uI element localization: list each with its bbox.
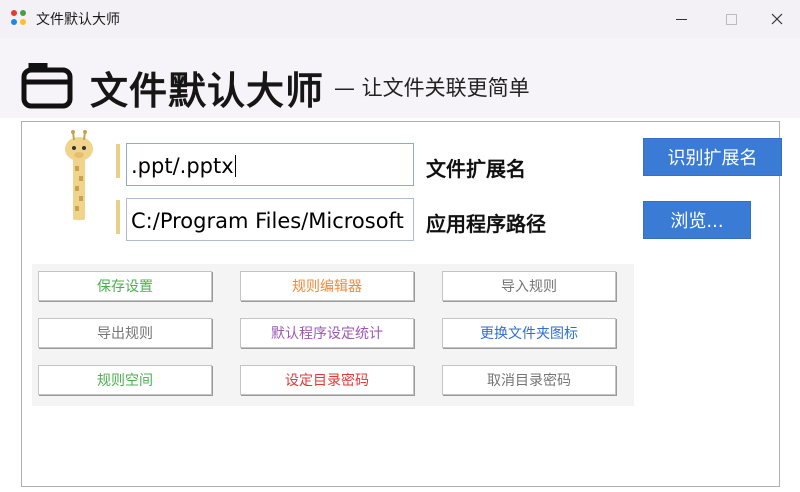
slogan: — 让文件关联更简单 xyxy=(334,76,530,100)
export-rules-button[interactable]: 导出规则 xyxy=(38,318,212,348)
action-button-grid: 保存设置 规则编辑器 导入规则 导出规则 默认程序设定统计 更换文件夹图标 规则… xyxy=(32,264,634,406)
extension-label: 文件扩展名 xyxy=(426,157,526,181)
maximize-icon xyxy=(725,13,737,25)
app-name: 文件默认大师 xyxy=(90,69,325,113)
import-rules-button[interactable]: 导入规则 xyxy=(442,271,616,301)
extension-input[interactable]: .ppt/.pptx xyxy=(126,143,414,186)
label-bar xyxy=(116,200,120,234)
rule-space-button[interactable]: 规则空间 xyxy=(38,365,212,395)
extension-value: .ppt/.pptx xyxy=(131,154,234,178)
text-caret xyxy=(234,155,236,177)
close-icon xyxy=(771,13,783,25)
cancel-directory-password-button[interactable]: 取消目录密码 xyxy=(442,365,616,395)
save-settings-button[interactable]: 保存设置 xyxy=(38,271,212,301)
change-folder-icon-button[interactable]: 更换文件夹图标 xyxy=(442,318,616,348)
main-panel: .ppt/.pptx 文件扩展名 识别扩展名 C:/Program Files/… xyxy=(21,121,782,487)
maximize-button[interactable] xyxy=(708,0,754,38)
rule-editor-button[interactable]: 规则编辑器 xyxy=(240,271,414,301)
giraffe-mascot-icon xyxy=(65,130,93,220)
app-path-label: 应用程序路径 xyxy=(426,212,546,236)
close-button[interactable] xyxy=(754,0,800,38)
minimize-button[interactable] xyxy=(658,0,704,38)
identify-extension-button[interactable]: 识别扩展名 xyxy=(643,138,782,176)
minimize-icon xyxy=(675,18,687,20)
app-icon xyxy=(10,9,28,27)
title-bar: 文件默认大师 xyxy=(0,0,800,38)
default-program-stats-button[interactable]: 默认程序设定统计 xyxy=(240,318,414,348)
browse-button[interactable]: 浏览... xyxy=(643,201,751,239)
app-path-value: C:/Program Files/Microsoft xyxy=(131,209,404,233)
window-title: 文件默认大师 xyxy=(36,12,120,28)
folder-icon xyxy=(21,63,73,109)
app-path-input[interactable]: C:/Program Files/Microsoft xyxy=(126,198,414,241)
set-directory-password-button[interactable]: 设定目录密码 xyxy=(240,365,414,395)
app-header: 文件默认大师 — 让文件关联更简单 xyxy=(0,38,800,118)
label-bar xyxy=(116,144,120,178)
